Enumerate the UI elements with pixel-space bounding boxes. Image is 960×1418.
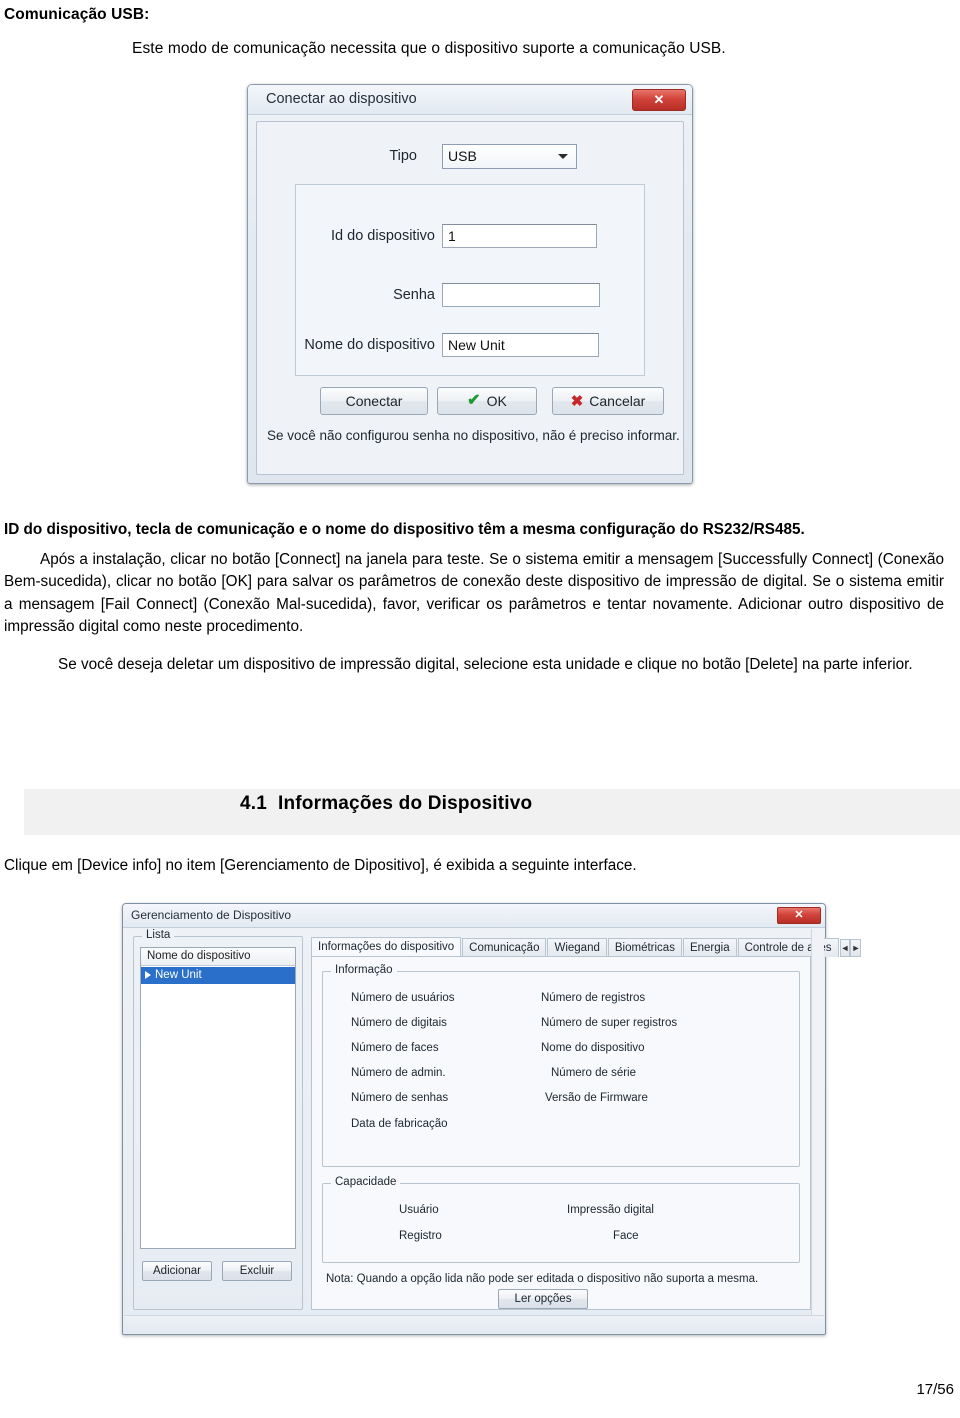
device-id-input[interactable]: 1: [442, 224, 597, 248]
tab-scroll-right-icon[interactable]: ►: [850, 939, 862, 957]
device-name-input[interactable]: New Unit: [442, 333, 599, 357]
conectar-button[interactable]: Conectar: [320, 387, 428, 415]
chevron-down-icon[interactable]: [553, 145, 573, 168]
excluir-label: Excluir: [239, 1265, 275, 1277]
clique-text: Clique em [Device info] no item [Gerenci…: [4, 857, 637, 874]
page-number: 17/56: [916, 1381, 954, 1398]
close-icon[interactable]: ✕: [777, 907, 821, 924]
tab-biometricas[interactable]: Biométricas: [607, 938, 682, 957]
section-title-text: Informações do Dispositivo: [277, 793, 533, 814]
tipo-value: USB: [448, 148, 477, 164]
informacao-caption: Informação: [331, 964, 397, 976]
senha-input[interactable]: [442, 283, 600, 307]
device-list-group: Lista Nome do dispositivo New Unit Adici…: [133, 929, 303, 1310]
dialog2-title-text: Gerenciamento de Dispositivo: [131, 908, 292, 922]
device-listbox[interactable]: Nome do dispositivo New Unit: [140, 947, 296, 1249]
ler-opcoes-button[interactable]: Ler opções: [498, 1289, 588, 1309]
label-registro: Registro: [399, 1230, 442, 1242]
label-device-name: Nome do dispositivo: [304, 337, 435, 353]
ler-opcoes-label: Ler opções: [514, 1293, 572, 1305]
tabstrip: Informações do dispositivo Comunicação W…: [311, 937, 862, 957]
label-data-de-fabricacao: Data de fabricação: [351, 1118, 448, 1130]
paragraph-3: Se você deseja deletar um dispositivo de…: [58, 656, 913, 673]
informacao-group: Informação Número de usuários Número de …: [322, 964, 800, 1167]
device-list-header: Nome do dispositivo: [141, 948, 295, 966]
device-management-dialog: Gerenciamento de Dispositivo ✕ Lista Nom…: [122, 903, 862, 1335]
ok-button[interactable]: ✔ OK: [437, 387, 537, 415]
document-page: Comunicação USB: Este modo de comunicaçã…: [0, 0, 960, 1418]
label-versao-de-firmware: Versão de Firmware: [545, 1092, 648, 1104]
dialog-body: Tipo USB Id do dispositivo 1 Senha Nome …: [256, 121, 684, 475]
paragraph-1-text: ID do dispositivo, tecla de comunicação …: [4, 521, 805, 538]
vertical-scrollbar[interactable]: [811, 929, 824, 1315]
tab-wiegand[interactable]: Wiegand: [547, 938, 607, 957]
check-icon: ✔: [467, 392, 481, 409]
tipo-combobox[interactable]: USB: [442, 144, 577, 169]
cross-icon: ✖: [570, 392, 584, 410]
label-device-id: Id do dispositivo: [331, 228, 435, 244]
tab-informacoes-do-dispositivo[interactable]: Informações do dispositivo: [311, 937, 462, 957]
excluir-button[interactable]: Excluir: [222, 1261, 292, 1281]
label-numero-de-registros: Número de registros: [541, 992, 646, 1004]
conectar-label: Conectar: [345, 393, 403, 409]
label-tipo: Tipo: [389, 148, 417, 164]
device-list-caption: Lista: [142, 929, 175, 941]
section-heading: 4.1 Informações do Dispositivo: [240, 793, 532, 815]
label-numero-de-super-registros: Número de super registros: [541, 1017, 678, 1029]
adicionar-button[interactable]: Adicionar: [142, 1261, 212, 1281]
label-numero-de-faces: Número de faces: [351, 1042, 439, 1054]
label-impressao-digital: Impressão digital: [567, 1204, 654, 1216]
label-numero-de-senhas: Número de senhas: [351, 1092, 449, 1104]
triangle-right-icon: [145, 971, 151, 979]
label-numero-de-serie: Número de série: [551, 1067, 637, 1079]
ok-label: OK: [486, 393, 507, 409]
section-number: 4.1: [240, 793, 268, 814]
capacidade-group: Capacidade Usuário Registro Impressão di…: [322, 1176, 800, 1263]
tab-note: Nota: Quando a opção lida não pode ser e…: [326, 1273, 759, 1285]
dialog2-titlebar: Gerenciamento de Dispositivo ✕: [123, 904, 825, 928]
statusbar: [124, 1315, 824, 1333]
label-nome-do-dispositivo: Nome do dispositivo: [541, 1042, 645, 1054]
tab-page: Informação Número de usuários Número de …: [311, 956, 811, 1310]
paragraph-2: Após a instalação, clicar no botão [Conn…: [4, 551, 944, 636]
label-senha: Senha: [393, 287, 435, 303]
label-usuario: Usuário: [399, 1204, 439, 1216]
list-item-label: New Unit: [155, 969, 202, 981]
page-title: Comunicação USB:: [4, 6, 150, 23]
label-face: Face: [613, 1230, 639, 1242]
dialog-note: Se você não configurou senha no disposit…: [267, 428, 680, 443]
tab-comunicacao[interactable]: Comunicação: [462, 938, 547, 957]
capacidade-caption: Capacidade: [331, 1176, 401, 1188]
tab-scroll-left-icon[interactable]: ◄: [839, 939, 851, 957]
intro-text: Este modo de comunicação necessita que o…: [132, 40, 726, 57]
list-item[interactable]: New Unit: [141, 967, 295, 984]
label-numero-de-usuarios: Número de usuários: [351, 992, 455, 1004]
adicionar-label: Adicionar: [153, 1265, 201, 1277]
tab-energia[interactable]: Energia: [682, 938, 737, 957]
close-icon[interactable]: ✕: [632, 89, 686, 111]
label-numero-de-digitais: Número de digitais: [351, 1017, 447, 1029]
label-numero-de-admin: Número de admin.: [351, 1067, 446, 1079]
cancelar-label: Cancelar: [589, 393, 646, 409]
connect-device-dialog: Conectar ao dispositivo ✕ Tipo USB Id do…: [247, 84, 693, 484]
dialog-titlebar: Conectar ao dispositivo ✕: [248, 85, 692, 115]
paragraph-1: ID do dispositivo, tecla de comunicação …: [4, 519, 944, 541]
dialog2-frame: Gerenciamento de Dispositivo ✕ Lista Nom…: [122, 903, 862, 1335]
cancelar-button[interactable]: ✖ Cancelar: [552, 387, 664, 415]
dialog-title-text: Conectar ao dispositivo: [266, 91, 417, 107]
dialog-frame: Conectar ao dispositivo ✕ Tipo USB Id do…: [247, 84, 693, 484]
